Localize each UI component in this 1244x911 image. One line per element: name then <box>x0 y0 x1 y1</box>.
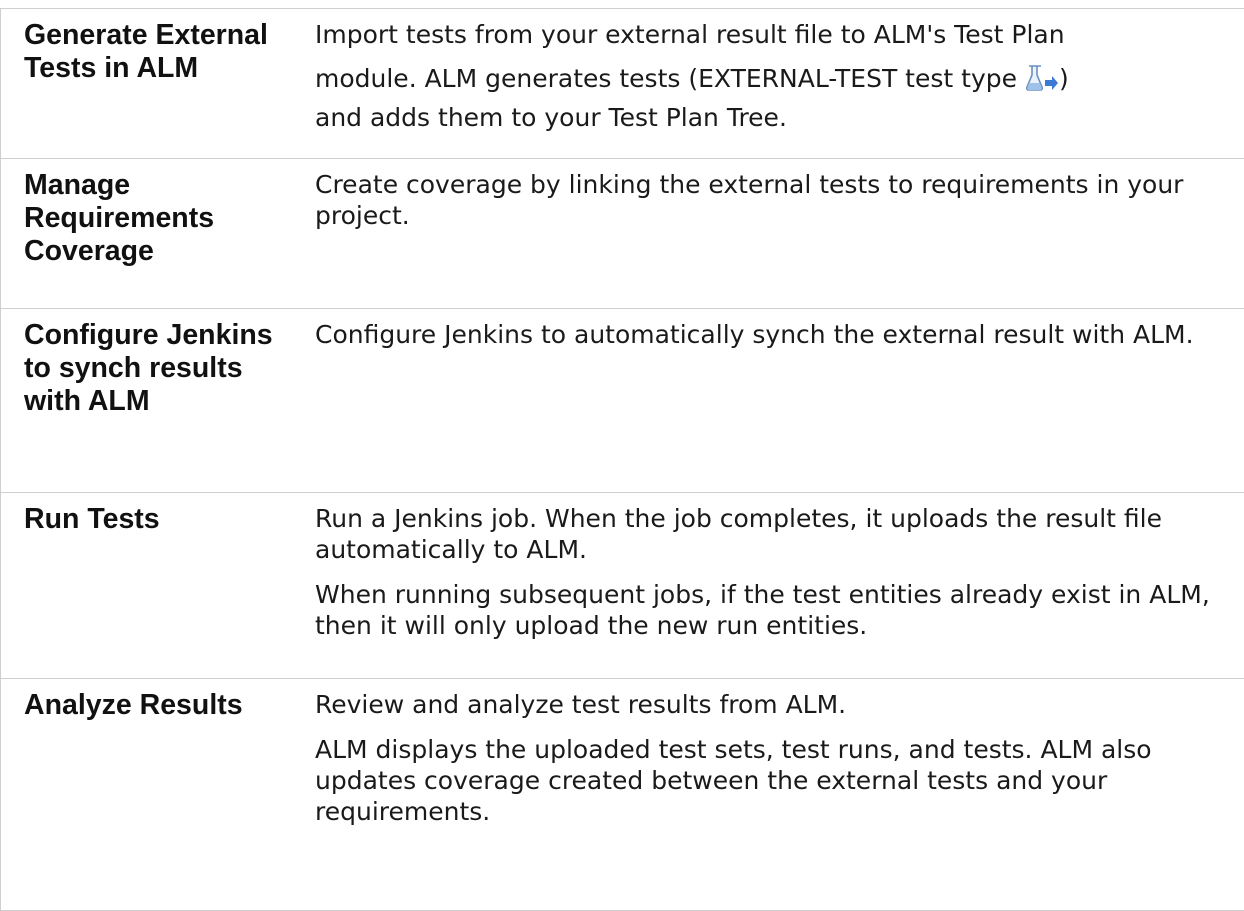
description-paragraph: Run a Jenkins job. When the job complete… <box>315 503 1240 565</box>
step-description: Review and analyze test results from ALM… <box>303 679 1244 911</box>
table-row: Analyze Results Review and analyze test … <box>1 679 1244 911</box>
step-description: Create coverage by linking the external … <box>303 159 1244 309</box>
step-description: Run a Jenkins job. When the job complete… <box>303 493 1244 679</box>
description-line: Import tests from your external result f… <box>315 20 1065 49</box>
description-paragraph: Configure Jenkins to automatically synch… <box>315 319 1240 350</box>
description-paragraph: module. ALM generates tests (EXTERNAL-TE… <box>315 56 1240 102</box>
step-name: Manage Requirements Coverage <box>1 159 304 309</box>
description-paragraph: When running subsequent jobs, if the tes… <box>315 579 1240 641</box>
table-row: Configure Jenkins to synch results with … <box>1 309 1244 493</box>
table-row: Run Tests Run a Jenkins job. When the jo… <box>1 493 1244 679</box>
external-test-flask-icon <box>1025 62 1059 92</box>
table-row: Generate External Tests in ALM Import te… <box>1 9 1244 159</box>
step-description: Import tests from your external result f… <box>303 9 1244 159</box>
step-name: Analyze Results <box>1 679 304 911</box>
step-name: Configure Jenkins to synch results with … <box>1 309 304 493</box>
description-paragraph: Create coverage by linking the external … <box>315 169 1240 231</box>
description-paragraph: Import tests from your external result f… <box>315 19 1240 50</box>
workflow-table: Generate External Tests in ALM Import te… <box>0 8 1244 911</box>
table-row: Manage Requirements Coverage Create cove… <box>1 159 1244 309</box>
description-paragraph: and adds them to your Test Plan Tree. <box>315 102 1240 133</box>
step-name: Generate External Tests in ALM <box>1 9 304 159</box>
description-paragraph: Review and analyze test results from ALM… <box>315 689 1240 720</box>
step-description: Configure Jenkins to automatically synch… <box>303 309 1244 493</box>
description-line: and adds them to your Test Plan Tree. <box>315 103 787 132</box>
description-line: module. ALM generates tests (EXTERNAL-TE… <box>315 64 1017 93</box>
step-name: Run Tests <box>1 493 304 679</box>
description-line: ) <box>1059 64 1069 93</box>
description-paragraph: ALM displays the uploaded test sets, tes… <box>315 734 1240 827</box>
